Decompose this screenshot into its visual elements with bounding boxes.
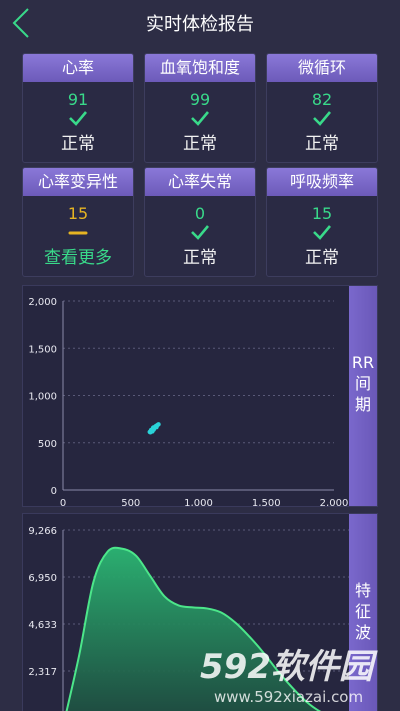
tab-feature-wave-label: 特征波 [354, 581, 371, 642]
y-tick-label: 4,633 [28, 620, 57, 631]
metric-card-title: 心率失常 [145, 168, 255, 196]
metric-card-title: 微循环 [267, 54, 377, 82]
metric-card[interactable]: 心率失常 0 正常 [144, 167, 256, 277]
metric-card[interactable]: 血氧饱和度 99 正常 [144, 53, 256, 163]
metric-card-title: 心率 [23, 54, 133, 82]
metric-card-title: 呼吸频率 [267, 168, 377, 196]
watermark-url: www.592xiazai.com [214, 688, 363, 706]
metric-card-status: 正常 [305, 248, 339, 268]
data-point [148, 427, 154, 433]
check-icon [145, 224, 255, 246]
metric-card[interactable]: 心率变异性 15 查看更多 [22, 167, 134, 277]
watermark: 592软件园 www.592xiazai.com [196, 642, 396, 710]
check-icon [267, 110, 377, 132]
metric-card-value: 15 [311, 204, 333, 223]
tab-rr-interval[interactable]: RR间期 [349, 286, 377, 506]
metric-card-status: 正常 [61, 134, 95, 154]
metric-card-title: 血氧饱和度 [145, 54, 255, 82]
x-tick-label: 1,500 [252, 498, 281, 507]
metric-card[interactable]: 微循环 82 正常 [266, 53, 378, 163]
metric-card-title: 心率变异性 [23, 168, 133, 196]
view-more-link[interactable]: 查看更多 [23, 246, 133, 270]
watermark-brand: 592软件园 [200, 647, 378, 687]
metric-card-value: 82 [311, 90, 333, 109]
y-tick-label: 500 [38, 439, 57, 450]
metric-card-status: 正常 [183, 248, 217, 268]
y-tick-label: 1,500 [28, 344, 57, 355]
dash-icon [23, 224, 133, 246]
metric-card-value: 0 [194, 204, 206, 223]
check-icon [145, 110, 255, 132]
top-bar: 实时体检报告 [0, 0, 400, 46]
tab-rr-interval-label: RR间期 [351, 353, 375, 414]
rr-scatter-plot: 0 500 1,000 1,500 2,000 0 500 1,000 1,500 2,000 [28, 297, 349, 507]
x-tick-label: 2,000 [320, 498, 349, 507]
metric-card[interactable]: 心率 91 正常 [22, 53, 134, 163]
check-icon [267, 224, 377, 246]
y-tick-label: 0 [51, 486, 57, 497]
metric-card-value: 91 [67, 90, 89, 109]
metric-card-status: 正常 [305, 134, 339, 154]
x-tick-label: 0 [60, 498, 66, 507]
data-point [154, 424, 159, 430]
metric-card[interactable]: 呼吸频率 15 正常 [266, 167, 378, 277]
metric-card-value: 15 [67, 204, 89, 223]
check-icon [23, 110, 133, 132]
x-tick-label: 1,000 [184, 498, 213, 507]
rr-interval-chart: 0 500 1,000 1,500 2,000 0 500 1,000 1,500 2,000 R… [22, 285, 378, 507]
y-tick-label: 1,000 [28, 392, 57, 403]
y-tick-label: 9,266 [28, 526, 57, 537]
metric-card-value: 99 [189, 90, 211, 109]
metric-card-status: 正常 [183, 134, 217, 154]
x-tick-label: 500 [121, 498, 140, 507]
y-tick-label: 2,000 [28, 297, 57, 308]
y-tick-label: 6,950 [28, 573, 57, 584]
y-tick-label: 2,317 [28, 667, 57, 678]
page-title: 实时体检报告 [146, 14, 254, 35]
